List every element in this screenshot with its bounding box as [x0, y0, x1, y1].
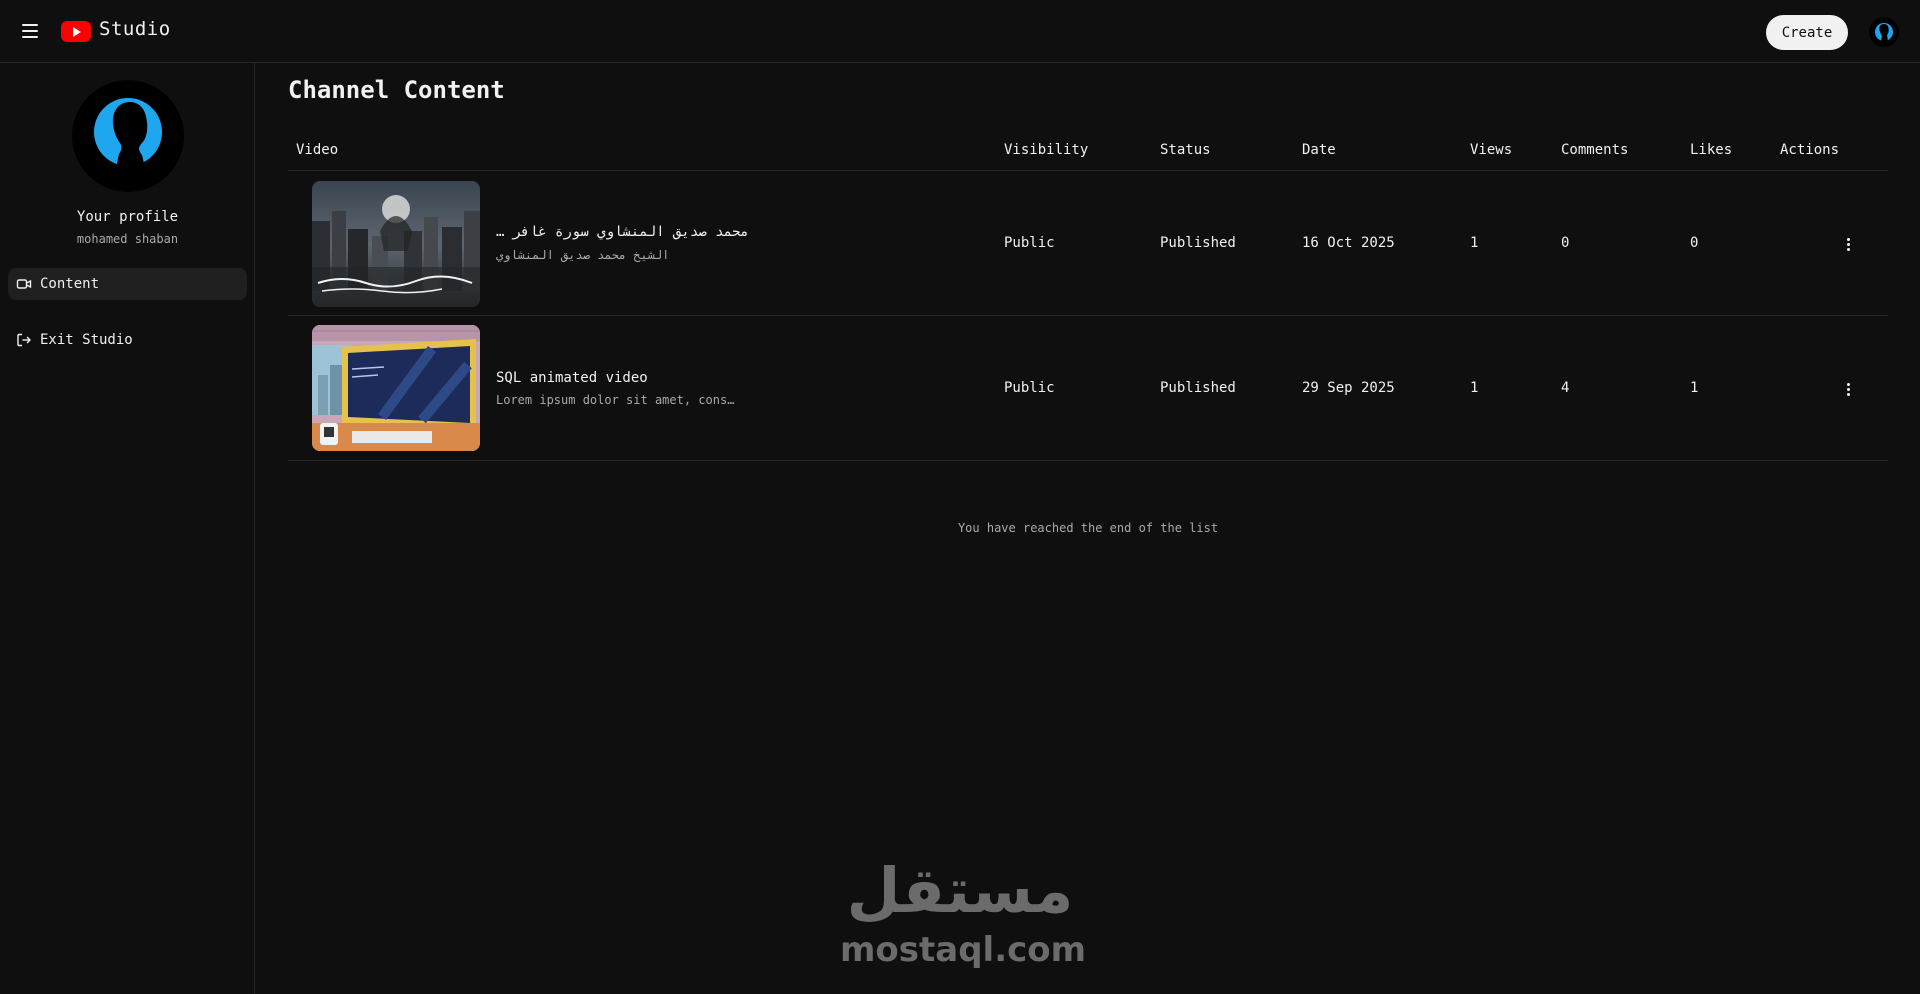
menu-icon[interactable]: [18, 19, 42, 43]
video-title[interactable]: … محمد صديق المنشاوي سورة غافر: [496, 224, 749, 240]
views-value: 1: [1470, 235, 1479, 251]
column-header-visibility: Visibility: [1004, 142, 1089, 158]
watermark-arabic: مستقل: [846, 854, 1074, 927]
column-header-comments: Comments: [1561, 142, 1629, 158]
video-camera-icon: [16, 276, 32, 292]
status-value: Published: [1160, 380, 1236, 396]
video-thumbnail[interactable]: [312, 325, 480, 451]
sidebar-item-label: Content: [40, 276, 100, 292]
sidebar-item-exit-studio[interactable]: Exit Studio: [8, 324, 247, 356]
table-header: Video Visibility Status Date Views Comme…: [288, 133, 1888, 171]
visibility-value[interactable]: Public: [1004, 380, 1055, 396]
top-bar: Studio Create: [0, 0, 1920, 63]
profile-title: Your profile: [76, 209, 179, 225]
watermark-latin: mostaql.com: [840, 930, 1087, 970]
video-thumbnail[interactable]: [312, 181, 480, 307]
comments-value: 0: [1561, 235, 1570, 251]
column-header-status: Status: [1160, 142, 1211, 158]
studio-logo-text[interactable]: Studio: [99, 18, 171, 40]
column-header-actions: Actions: [1780, 142, 1840, 158]
table-row[interactable]: SQL animated video Lorem ipsum dolor sit…: [288, 316, 1888, 461]
likes-value: 1: [1690, 380, 1699, 396]
table-row[interactable]: … محمد صديق المنشاوي سورة غافر الشيخ محم…: [288, 171, 1888, 316]
account-avatar[interactable]: [1869, 17, 1899, 47]
visibility-value[interactable]: Public: [1004, 235, 1055, 251]
page-title: Channel Content: [288, 76, 505, 104]
sidebar: Your profile mohamed shaban Content Exit…: [0, 63, 255, 994]
exit-icon: [16, 332, 32, 348]
views-value: 1: [1470, 380, 1479, 396]
profile-avatar[interactable]: [72, 80, 184, 192]
date-value: 16 Oct 2025: [1302, 235, 1395, 251]
video-description: الشيخ محمد صديق المنشاوي: [496, 248, 670, 262]
video-description: Lorem ipsum dolor sit amet, cons…: [496, 393, 735, 407]
comments-value: 4: [1561, 380, 1570, 396]
sidebar-item-content[interactable]: Content: [8, 268, 247, 300]
more-options-icon[interactable]: [1836, 377, 1860, 401]
end-of-list-message: You have reached the end of the list: [957, 521, 1219, 535]
status-value: Published: [1160, 235, 1236, 251]
create-button[interactable]: Create: [1766, 15, 1848, 50]
date-value: 29 Sep 2025: [1302, 380, 1395, 396]
profile-channel-name: mohamed shaban: [76, 232, 179, 246]
watermark-logo: مستقل mostaql.com: [840, 854, 1087, 975]
more-options-icon[interactable]: [1836, 232, 1860, 256]
video-title[interactable]: SQL animated video: [496, 370, 648, 386]
content-table: Video Visibility Status Date Views Comme…: [288, 133, 1888, 461]
column-header-video: Video: [296, 142, 339, 158]
column-header-likes: Likes: [1690, 142, 1733, 158]
column-header-date: Date: [1302, 142, 1336, 158]
likes-value: 0: [1690, 235, 1699, 251]
studio-logo-icon[interactable]: [61, 21, 91, 42]
sidebar-item-label: Exit Studio: [40, 332, 133, 348]
column-header-views: Views: [1470, 142, 1513, 158]
